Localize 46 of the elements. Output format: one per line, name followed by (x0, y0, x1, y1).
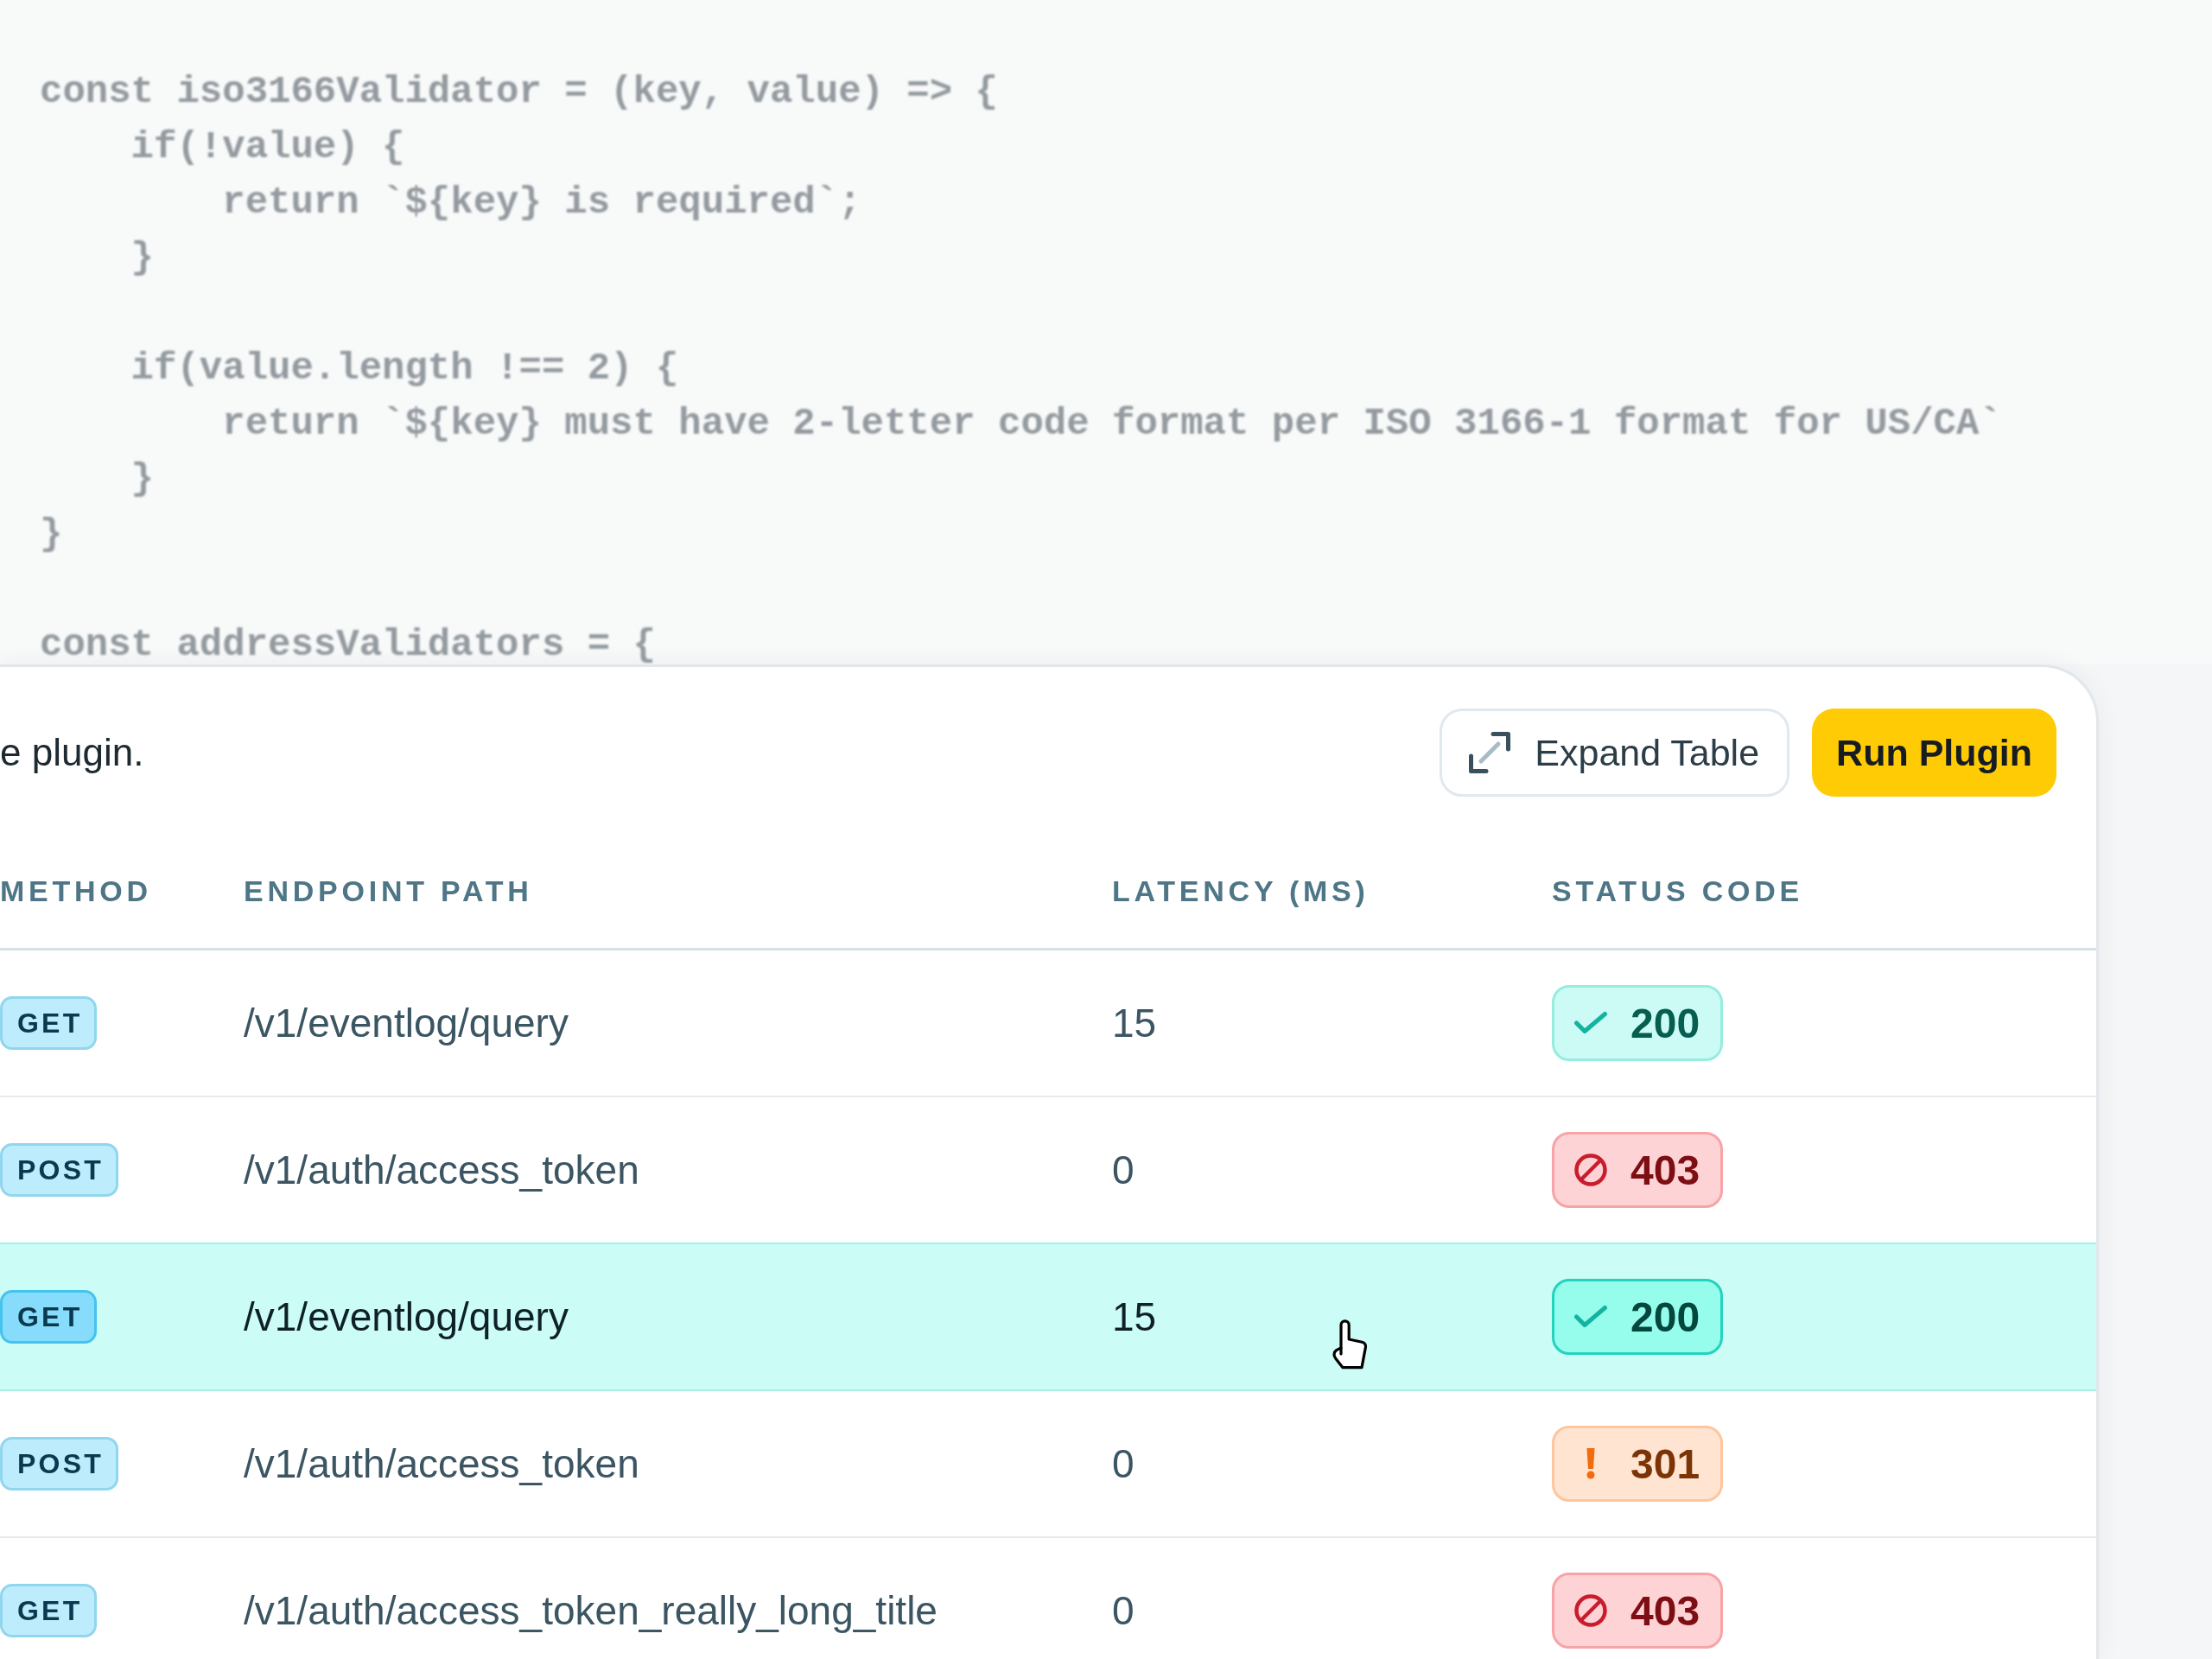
column-header: LATENCY (MS) (1112, 874, 1370, 908)
code-line: const iso3166Validator = (key, value) => { (40, 69, 998, 115)
check-icon (1573, 1011, 1608, 1035)
table-row[interactable]: GET /v1/auth/access_token_really_long_title 0 403 (0, 1538, 2096, 1659)
status-code: 301 (1630, 1440, 1700, 1488)
endpoint-path: /v1/auth/access_token (244, 1147, 639, 1193)
table-row[interactable]: GET /v1/eventlog/query 15 200 (0, 1244, 2096, 1391)
method-badge: POST (0, 1143, 118, 1197)
latency-value: 0 (1112, 1440, 1135, 1487)
expand-table-button[interactable]: Expand Table (1440, 709, 1790, 797)
endpoint-path: /v1/auth/access_token_really_long_title (244, 1587, 938, 1634)
description-text: e plugin. (0, 731, 144, 774)
method-badge: POST (0, 1437, 118, 1491)
code-line: } (130, 235, 154, 281)
status-code: 403 (1630, 1146, 1700, 1194)
latency-value: 15 (1112, 1294, 1157, 1340)
table-row[interactable]: POST /v1/auth/access_token 0 301 (0, 1391, 2096, 1538)
status-code: 403 (1630, 1586, 1700, 1635)
status-code: 200 (1630, 999, 1700, 1047)
status-code: 200 (1630, 1293, 1700, 1341)
endpoint-path: /v1/eventlog/query (244, 1294, 569, 1340)
check-icon (1573, 1305, 1608, 1329)
column-header: STATUS CODE (1552, 874, 1803, 908)
code-line: } (130, 456, 154, 502)
column-header: METHOD (0, 874, 152, 908)
endpoint-path: /v1/auth/access_token (244, 1440, 639, 1487)
prohibited-icon (1574, 1154, 1607, 1186)
prohibited-icon (1574, 1594, 1607, 1627)
latency-value: 15 (1112, 1000, 1157, 1046)
code-line: return `${key} must have 2-letter code format per ISO 3166-1 format for US/CA` (222, 401, 2002, 447)
code-line: } (40, 512, 63, 557)
table-row[interactable]: GET /v1/eventlog/query 15 200 (0, 950, 2096, 1097)
expand-icon (1467, 730, 1513, 775)
endpoint-path: /v1/eventlog/query (244, 1000, 569, 1046)
code-line: if(!value) { (130, 124, 405, 170)
run-plugin-button[interactable]: Run Plugin (1812, 709, 2056, 797)
code-line: return `${key} is required`; (222, 180, 861, 226)
latency-value: 0 (1112, 1587, 1135, 1634)
code-line: if(value.length !== 2) { (130, 346, 679, 391)
method-badge: GET (0, 1584, 98, 1637)
column-header: ENDPOINT PATH (244, 874, 533, 908)
exclamation-icon (1586, 1448, 1595, 1479)
latency-value: 0 (1112, 1147, 1135, 1193)
method-badge: GET (0, 996, 98, 1050)
method-badge: GET (0, 1290, 98, 1344)
code-line: const addressValidators = { (40, 622, 656, 664)
